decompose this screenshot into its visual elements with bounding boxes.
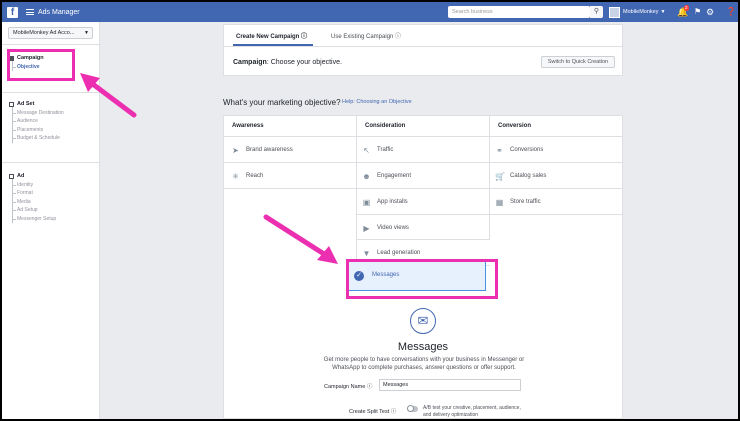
annotation-arrow-campaign: [80, 73, 137, 118]
annotation-arrows: [80, 73, 338, 264]
annotation-arrow-messages: [263, 214, 338, 264]
app-window: f Ads Manager Search business ⚲ MobileMo…: [2, 2, 738, 419]
